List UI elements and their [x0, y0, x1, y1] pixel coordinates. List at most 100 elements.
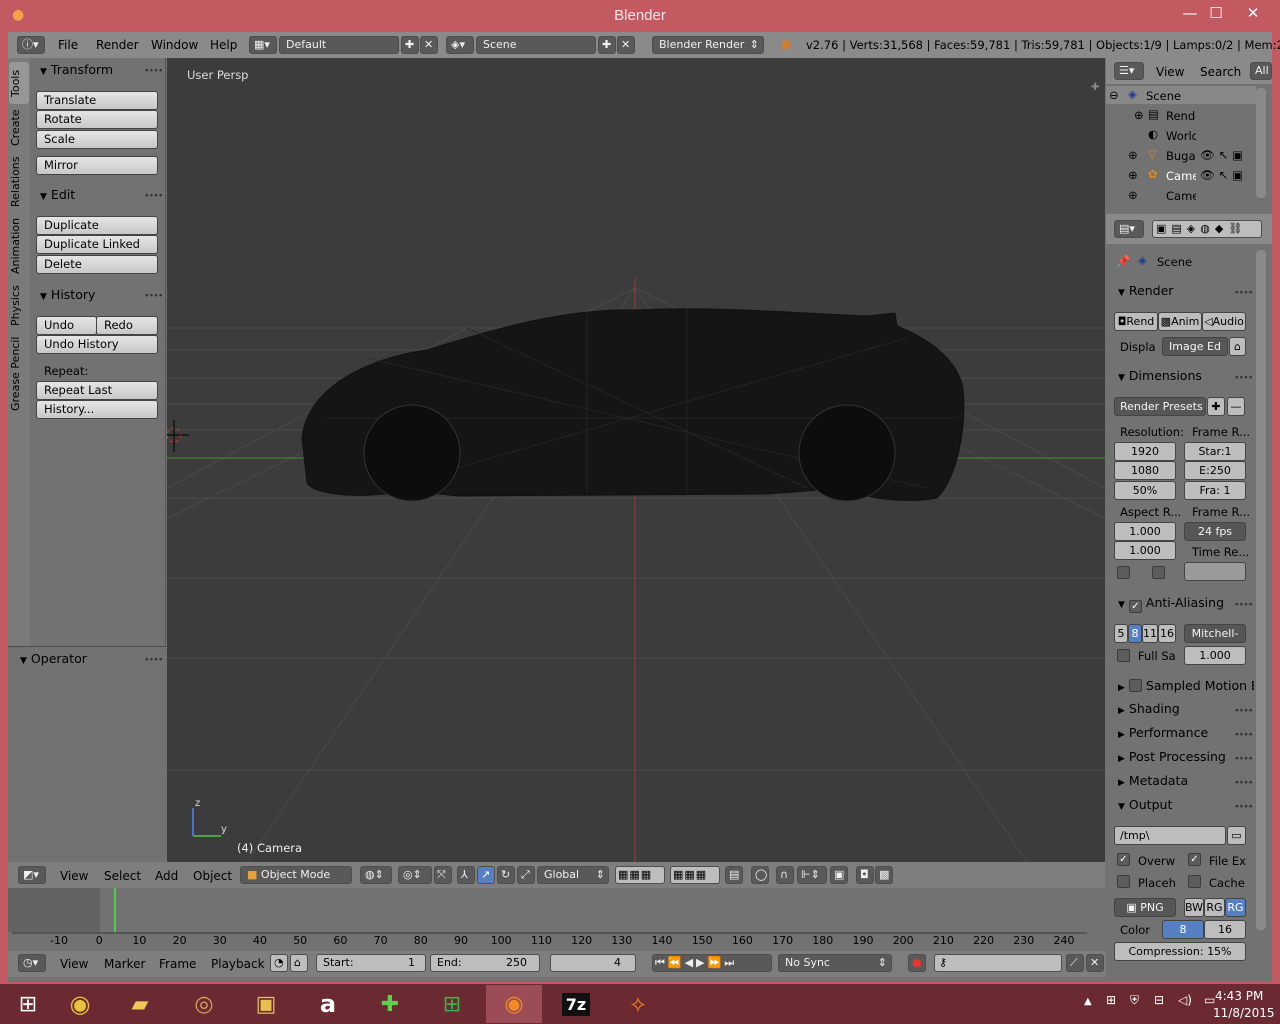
- edit-panel-header[interactable]: ▼ Edit: [40, 187, 75, 202]
- outliner-item-camera[interactable]: Came: [1166, 169, 1196, 183]
- vp-menu-object[interactable]: Object: [193, 869, 232, 883]
- sync-select[interactable]: No Sync ⇕: [778, 954, 892, 972]
- shading-panel-header[interactable]: ▶ Shading: [1118, 701, 1180, 716]
- tray-windows-icon[interactable]: ⊞: [1106, 993, 1116, 1007]
- drag-grip-icon[interactable]: ∙∙∙∙: [144, 66, 164, 76]
- drag-grip-icon[interactable]: ∙∙∙∙: [1234, 802, 1254, 812]
- start-button[interactable]: ⊞: [0, 985, 56, 1023]
- outliner-scrollbar[interactable]: [1256, 88, 1266, 198]
- start-frame-field[interactable]: Start: 1: [316, 954, 426, 972]
- menu-window[interactable]: Window: [151, 38, 198, 52]
- outliner-filter-select[interactable]: All: [1250, 62, 1272, 80]
- tray-volume-icon[interactable]: ◁): [1178, 993, 1192, 1007]
- menu-file[interactable]: File: [58, 38, 78, 52]
- 3d-viewport[interactable]: User Persp z y (4) Camera ✚: [167, 58, 1105, 862]
- current-frame-field[interactable]: 4: [550, 954, 636, 972]
- fps-select[interactable]: 24 fps: [1184, 522, 1246, 541]
- rotate-button[interactable]: Rotate: [36, 110, 158, 129]
- color-bw-button[interactable]: BW: [1184, 898, 1204, 917]
- lock-interface-button[interactable]: ⌂: [1229, 337, 1246, 356]
- anti-aliasing-panel-header[interactable]: ▼ ✓ Anti-Aliasing: [1118, 595, 1224, 613]
- mirror-button[interactable]: Mirror: [36, 156, 158, 175]
- properties-scrollbar[interactable]: [1256, 250, 1266, 930]
- render-panel-header[interactable]: ▼ Render: [1118, 283, 1173, 298]
- scene-browse-button[interactable]: ◈▾: [446, 36, 474, 54]
- taskbar-chrome[interactable]: ◉: [52, 985, 108, 1023]
- performance-panel-header[interactable]: ▶ Performance: [1118, 725, 1208, 740]
- history-button[interactable]: History...: [36, 400, 158, 419]
- 3d-cursor-icon[interactable]: [167, 420, 189, 452]
- editor-type-outliner-button[interactable]: ☰▾: [1114, 62, 1144, 80]
- color-depth-16-button[interactable]: 16: [1204, 920, 1246, 939]
- time-remap-fields[interactable]: [1184, 562, 1246, 581]
- delete-button[interactable]: Delete: [36, 255, 158, 274]
- orientation-select[interactable]: Global ⇕: [537, 866, 609, 884]
- render-presets-select[interactable]: Render Presets: [1114, 397, 1206, 416]
- outliner-item-render-layers[interactable]: Rende: [1166, 109, 1196, 123]
- taskbar-store[interactable]: ⊞: [424, 985, 480, 1023]
- lock-layers-button[interactable]: ▤: [725, 866, 743, 884]
- transform-panel-header[interactable]: ▼ Transform: [40, 62, 113, 77]
- tab-create[interactable]: Create: [9, 106, 29, 150]
- pin-icon[interactable]: 📌: [1116, 254, 1130, 268]
- motion-blur-checkbox[interactable]: [1128, 679, 1142, 692]
- outliner-item-camera-2[interactable]: Came: [1166, 189, 1196, 200]
- tab-tools[interactable]: Tools: [9, 62, 29, 104]
- lock-button[interactable]: ⌂: [290, 954, 308, 972]
- aspect-x-field[interactable]: 1.000: [1114, 522, 1176, 541]
- expand-icon[interactable]: ⊕: [1128, 188, 1138, 200]
- scene-name-field[interactable]: Scene: [476, 36, 596, 54]
- aa-filter-select[interactable]: Mitchell-: [1184, 624, 1246, 643]
- scene-remove-button[interactable]: ✕: [617, 36, 635, 54]
- overwrite-checkbox[interactable]: ✓: [1117, 853, 1130, 866]
- viewport-plus-icon[interactable]: ✚: [1091, 82, 1099, 93]
- proportional-edit-button[interactable]: ◯: [751, 866, 769, 884]
- drag-grip-icon[interactable]: ∙∙∙∙: [1234, 288, 1254, 298]
- playback-controls[interactable]: ⏮⏪◀▶⏩⏭: [652, 954, 772, 972]
- resolution-y-field[interactable]: 1080: [1114, 461, 1176, 480]
- drag-grip-icon[interactable]: ∙∙∙∙: [1234, 373, 1254, 383]
- drag-grip-icon[interactable]: ∙∙∙∙: [144, 291, 164, 301]
- scene-add-button[interactable]: ✚: [598, 36, 616, 54]
- metadata-panel-header[interactable]: ▶ Metadata: [1118, 773, 1188, 788]
- render-engine-select[interactable]: Blender Render ⇕: [652, 36, 764, 54]
- mode-select[interactable]: ■ Object Mode: [240, 866, 352, 884]
- layers-group-2[interactable]: ▦▦▦: [670, 866, 720, 884]
- taskbar-7zip[interactable]: 7z: [548, 985, 604, 1023]
- editor-type-info-button[interactable]: ⓘ▾: [17, 36, 45, 54]
- frame-step-field[interactable]: Fra: 1: [1184, 481, 1246, 500]
- tab-relations[interactable]: Relations: [9, 152, 29, 212]
- timeline-scrollbar[interactable]: [12, 932, 1087, 934]
- drag-grip-icon[interactable]: ∙∙∙∙: [144, 655, 164, 665]
- history-panel-header[interactable]: ▼ History: [40, 287, 95, 302]
- sampled-motion-blur-header[interactable]: ▶ Sampled Motion Bl: [1118, 677, 1254, 693]
- tray-shield-icon[interactable]: ⛨: [1130, 993, 1139, 1008]
- clock-date[interactable]: 11/8/2015: [1213, 1006, 1275, 1020]
- taskbar-orange-app[interactable]: ⟡: [610, 985, 666, 1023]
- tab-grease-pencil[interactable]: Grease Pencil: [9, 334, 29, 414]
- drag-grip-icon[interactable]: ∙∙∙∙: [1234, 600, 1254, 610]
- taskbar-app-4[interactable]: ▣: [238, 985, 294, 1023]
- full-sample-checkbox[interactable]: [1117, 649, 1130, 662]
- preset-add-button[interactable]: ✚: [1207, 397, 1225, 416]
- camera-render-button[interactable]: ◘: [856, 866, 874, 884]
- resolution-x-field[interactable]: 1920: [1114, 442, 1176, 461]
- output-path-field[interactable]: /tmp\: [1114, 826, 1226, 845]
- tray-overflow-icon[interactable]: ▲: [1084, 996, 1092, 1007]
- vp-menu-view[interactable]: View: [60, 869, 88, 883]
- duplicate-button[interactable]: Duplicate: [36, 216, 158, 235]
- taskbar-amazon[interactable]: a: [300, 985, 356, 1023]
- vp-menu-select[interactable]: Select: [104, 869, 141, 883]
- current-frame-marker[interactable]: [114, 888, 116, 932]
- outliner-item-world[interactable]: World: [1166, 129, 1196, 143]
- editor-type-properties-button[interactable]: ▤▾: [1114, 220, 1144, 238]
- tl-menu-view[interactable]: View: [60, 957, 88, 971]
- tab-animation[interactable]: Animation: [9, 214, 29, 278]
- crop-checkbox[interactable]: [1152, 566, 1165, 579]
- outliner-menu-search[interactable]: Search: [1200, 65, 1241, 79]
- drag-grip-icon[interactable]: ∙∙∙∙: [1234, 778, 1254, 788]
- layout-browse-button[interactable]: ▦▾: [249, 36, 277, 54]
- pivot-select[interactable]: ◎⇕: [398, 866, 432, 884]
- clock-time[interactable]: 4:43 PM: [1215, 989, 1263, 1003]
- post-processing-panel-header[interactable]: ▶ Post Processing: [1118, 749, 1226, 764]
